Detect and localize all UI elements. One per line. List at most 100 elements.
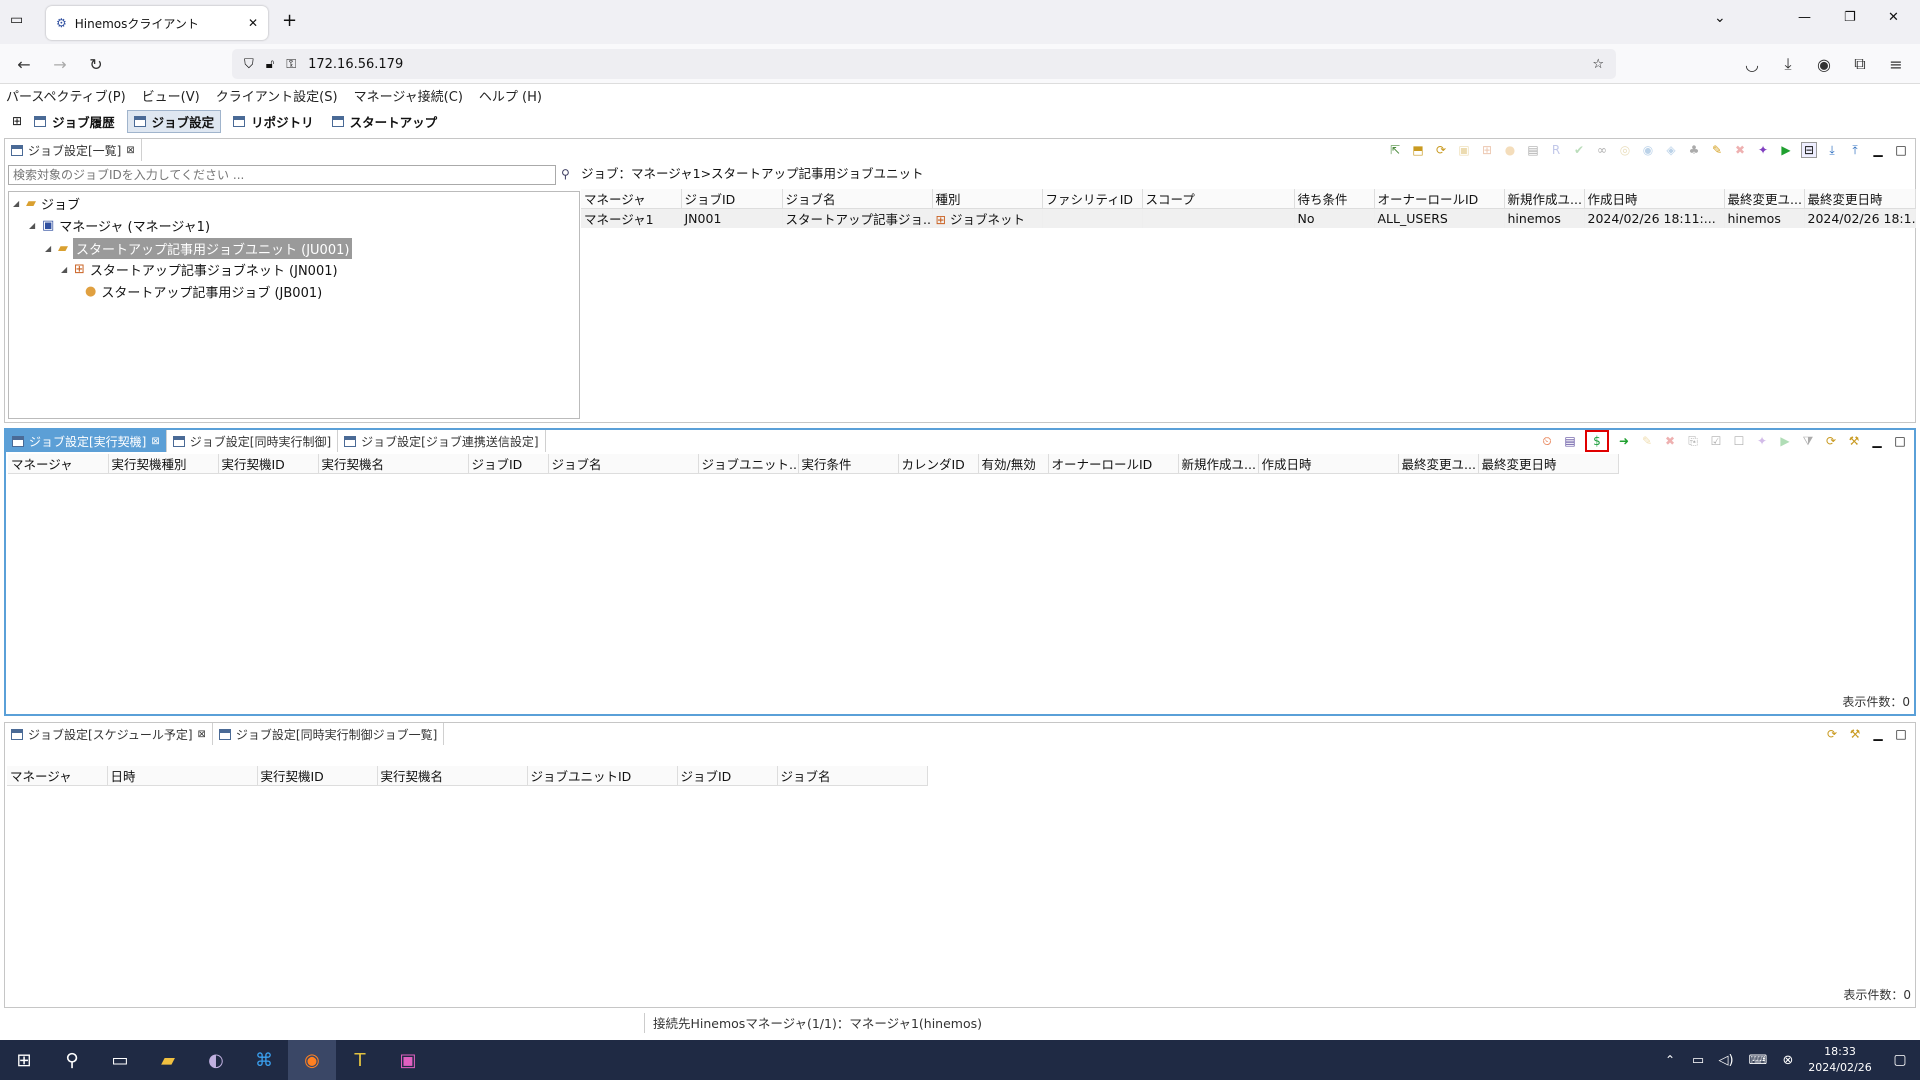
menu-view[interactable]: ビュー(V)	[142, 86, 200, 105]
maximize-view-icon[interactable]: □	[1893, 726, 1909, 742]
create-jobnet-icon[interactable]: ⊞	[1479, 142, 1495, 158]
start-icon[interactable]: ⊞	[0, 1040, 48, 1080]
search-icon[interactable]: ⚲	[561, 167, 570, 181]
col-trigger-name[interactable]: 実行契機名	[377, 766, 528, 786]
open-perspective-icon[interactable]: ⊞	[12, 114, 22, 128]
tree-node-jobnet[interactable]: ◢ ⊞ スタートアップ記事ジョブネット (JN001)	[61, 260, 338, 279]
close-window-icon[interactable]: ✕	[1888, 10, 1899, 25]
expand-icon[interactable]: ◢	[45, 244, 53, 253]
maximize-view-icon[interactable]: □	[1893, 142, 1909, 158]
star-icon[interactable]: ☆	[1592, 57, 1604, 72]
minimize-view-icon[interactable]: ▁	[1870, 142, 1886, 158]
import-icon[interactable]: ⬒	[1410, 142, 1426, 158]
run-now-icon[interactable]: ▶	[1777, 433, 1793, 449]
create-file-job-icon[interactable]: ▤	[1525, 142, 1541, 158]
task-view-icon[interactable]: ▭	[96, 1040, 144, 1080]
create-manual-trigger-icon[interactable]: $	[1585, 430, 1609, 452]
firefox-icon[interactable]: ◉	[288, 1040, 336, 1080]
expand-icon[interactable]: ⤒	[1847, 142, 1863, 158]
col-job-name[interactable]: ジョブ名	[548, 454, 699, 474]
tree-node-job-root[interactable]: ◢ ▰ ジョブ	[13, 194, 80, 213]
perspective-job-history[interactable]: ジョブ履歴	[28, 111, 121, 132]
reload-icon[interactable]: ↻	[84, 52, 108, 76]
restore-icon[interactable]: ❐	[1844, 10, 1856, 25]
col-exec-condition[interactable]: 実行条件	[798, 454, 899, 474]
col-created-date[interactable]: 作成日時	[1258, 454, 1399, 474]
perspective-repository[interactable]: リポジトリ	[227, 111, 320, 132]
perspective-job-settings[interactable]: ジョブ設定	[126, 109, 222, 133]
volume-icon[interactable]: ◁)	[1712, 1040, 1740, 1080]
maximize-view-icon[interactable]: □	[1892, 433, 1908, 449]
tray-chevron-icon[interactable]: ⌃	[1656, 1040, 1684, 1080]
tree-node-job[interactable]: ● スタートアップ記事用ジョブ (JB001)	[85, 282, 322, 301]
col-jobunit-id[interactable]: ジョブユニットID	[527, 766, 678, 786]
create-link-receive-job-icon[interactable]: ◈	[1663, 142, 1679, 158]
col-valid[interactable]: 有効/無効	[978, 454, 1049, 474]
col-manager[interactable]: マネージャ	[581, 189, 682, 209]
back-icon[interactable]: ←	[12, 52, 36, 76]
eclipse-icon[interactable]: ◐	[192, 1040, 240, 1080]
account-icon[interactable]: ◉	[1812, 52, 1836, 76]
network-icon[interactable]: ▭	[1684, 1040, 1712, 1080]
extensions-icon[interactable]: ⧉	[1848, 52, 1872, 76]
close-icon[interactable]: ⊠	[151, 436, 159, 447]
col-created-date[interactable]: 作成日時	[1584, 189, 1725, 209]
col-type[interactable]: 種別	[932, 189, 1043, 209]
tab-link-send-settings[interactable]: ジョブ設定[ジョブ連携送信設定]	[338, 430, 546, 452]
tab-schedule-plan[interactable]: ジョブ設定[スケジュール予定] ⊠	[5, 723, 213, 745]
refresh-icon[interactable]: ⟳	[1824, 726, 1840, 742]
create-approval-job-icon[interactable]: ✔	[1571, 142, 1587, 158]
col-owner-role-id[interactable]: オーナーロールID	[1374, 189, 1505, 209]
tab-trigger[interactable]: ジョブ設定[実行契機] ⊠	[6, 430, 167, 452]
app-icon[interactable]: ▣	[384, 1040, 432, 1080]
forward-icon[interactable]: →	[48, 52, 72, 76]
col-jobunit[interactable]: ジョブユニット...	[698, 454, 799, 474]
col-manager[interactable]: マネージャ	[7, 766, 108, 786]
minimize-view-icon[interactable]: ▁	[1870, 726, 1886, 742]
col-scope[interactable]: スコープ	[1142, 189, 1295, 209]
keyboard-icon[interactable]: ⌨	[1740, 1040, 1776, 1080]
create-jobunit-icon[interactable]: ▣	[1456, 142, 1472, 158]
col-trigger-name[interactable]: 実行契機名	[318, 454, 469, 474]
tree-node-manager[interactable]: ◢ ▣ マネージャ (マネージャ1)	[29, 216, 210, 235]
edit-icon[interactable]: ✎	[1709, 142, 1725, 158]
tab-list-icon[interactable]: ▭	[10, 12, 23, 28]
pocket-icon[interactable]: ◡	[1740, 52, 1764, 76]
col-facility-id[interactable]: ファシリティID	[1042, 189, 1143, 209]
ime-icon[interactable]: ⊗	[1776, 1040, 1800, 1080]
col-modified-date[interactable]: 最終変更日時	[1804, 189, 1916, 209]
object-privilege-icon[interactable]: ✦	[1754, 433, 1770, 449]
col-modified-date[interactable]: 最終変更日時	[1478, 454, 1619, 474]
settings-icon[interactable]: ⚒	[1846, 433, 1862, 449]
col-calendar-id[interactable]: カレンダID	[898, 454, 979, 474]
tab-concurrency-control[interactable]: ジョブ設定[同時実行制御]	[167, 430, 339, 452]
col-owner-role-id[interactable]: オーナーロールID	[1048, 454, 1179, 474]
file-explorer-icon[interactable]: ▰	[144, 1040, 192, 1080]
minimize-view-icon[interactable]: ▁	[1869, 433, 1885, 449]
search-icon[interactable]: ⚲	[48, 1040, 96, 1080]
refresh-icon[interactable]: ⟳	[1433, 142, 1449, 158]
create-job-icon[interactable]: ●	[1502, 142, 1518, 158]
create-file-check-icon[interactable]: ▤	[1562, 433, 1578, 449]
chevron-down-icon[interactable]: ⌄	[1714, 10, 1726, 26]
col-job-id[interactable]: ジョブID	[468, 454, 549, 474]
col-trigger-type[interactable]: 実行契機種別	[108, 454, 219, 474]
create-resource-job-icon[interactable]: ♣	[1686, 142, 1702, 158]
table-row[interactable]: マネージャ1 JN001 スタートアップ記事ジョ... ⊞ ジョブネット No …	[581, 208, 1916, 228]
col-datetime[interactable]: 日時	[107, 766, 258, 786]
menu-perspective[interactable]: パースペクティブ(P)	[6, 86, 126, 105]
tab-job-list[interactable]: ジョブ設定[一覧] ⊠	[5, 139, 142, 161]
filter-icon[interactable]: ⧩	[1800, 433, 1816, 449]
col-trigger-id[interactable]: 実行契機ID	[218, 454, 319, 474]
download-icon[interactable]: ⤓	[1776, 52, 1800, 76]
col-manager[interactable]: マネージャ	[8, 454, 109, 474]
delete-icon[interactable]: ✖	[1662, 433, 1678, 449]
vscode-icon[interactable]: ⌘	[240, 1040, 288, 1080]
menu-icon[interactable]: ≡	[1884, 52, 1908, 76]
run-trigger-icon[interactable]: ➜	[1616, 433, 1632, 449]
browser-tab[interactable]: ⚙ Hinemosクライアント ✕	[46, 6, 268, 40]
export-icon[interactable]: ⇱	[1387, 142, 1403, 158]
create-filecheck-job-icon[interactable]: ◎	[1617, 142, 1633, 158]
menu-help[interactable]: ヘルプ (H)	[479, 86, 542, 105]
clock[interactable]: 18:33 2024/02/26	[1800, 1044, 1880, 1076]
